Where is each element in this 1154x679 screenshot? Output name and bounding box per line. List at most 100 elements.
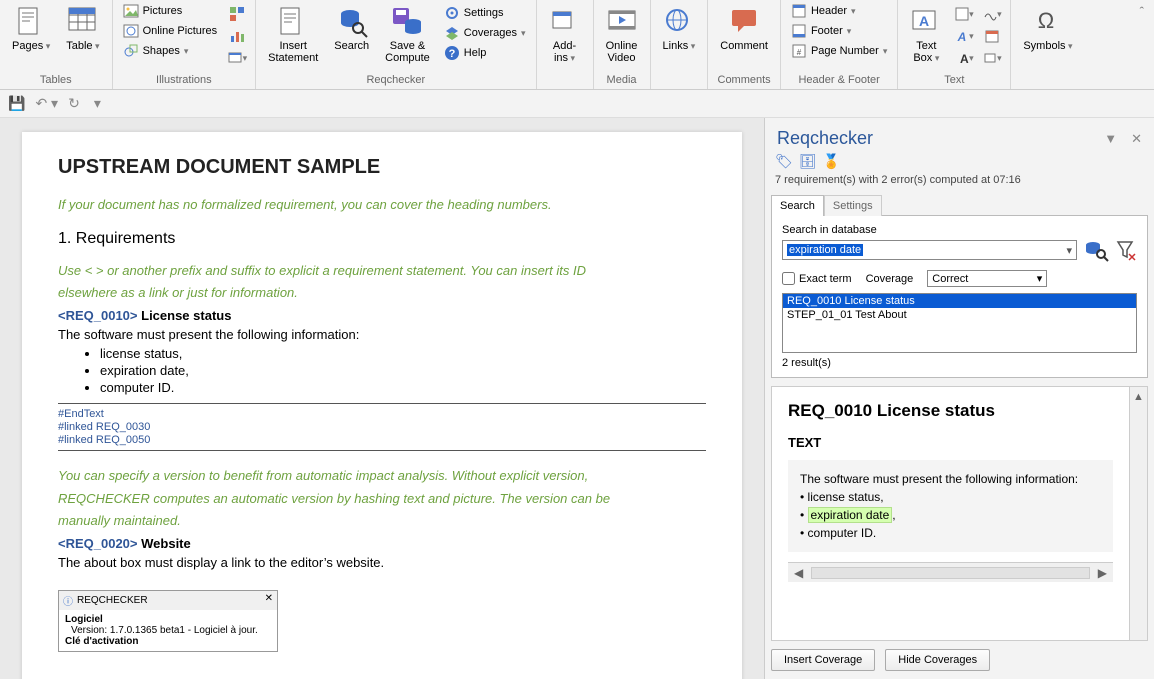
symbols-label: Symbols [1023,40,1072,52]
smartart-button[interactable] [227,4,247,24]
links-button[interactable]: Links [657,2,702,56]
symbols-button[interactable]: ΩSymbols [1017,2,1078,56]
chart-button[interactable] [227,26,247,46]
divider [58,403,706,404]
group-addins-label [543,86,587,88]
detail-heading: REQ_0010 License status [788,401,1113,421]
save-compute-button[interactable]: Save & Compute [379,2,436,68]
detail-scroll[interactable]: REQ_0010 License status TEXT The softwar… [772,387,1129,640]
scroll-right-icon[interactable]: ▶ [1098,566,1107,580]
comment-label: Comment [720,40,768,52]
ribbon-group-media: Online Video Media [594,0,651,89]
qat-dropdown[interactable]: ▾ [94,95,101,112]
exact-term-input[interactable] [782,272,795,285]
scroll-track[interactable] [811,567,1090,579]
scroll-up-icon[interactable]: ▲ [1133,391,1144,403]
redo-qat-button[interactable]: ↻ [68,95,80,112]
detail-li1: • license status, [800,488,1101,506]
list-item: license status, [100,346,706,361]
popup-titlebar: ⓘREQCHECKER ✕ [59,591,277,610]
page-number-button[interactable]: #Page Number [787,42,891,60]
pane-tabs: SearchSettings [765,194,1154,215]
tab-settings[interactable]: Settings [824,195,882,216]
close-icon[interactable]: ✕ [265,593,273,608]
pages-button[interactable]: Pages [6,2,56,56]
table-icon [67,6,99,38]
green-note-2c: manually maintained. [58,512,706,530]
tag-icon[interactable]: 🏷 [775,153,793,170]
addins-label: Add- ins [553,40,576,64]
detail-li1-text: license status, [808,490,884,504]
database-icon[interactable]: 🗄 [799,153,817,170]
pane-title: Reqchecker [777,128,873,149]
exact-term-label: Exact term [799,273,852,285]
vertical-scrollbar[interactable]: ▲ [1129,387,1147,640]
comment-icon [728,6,760,38]
clear-filter-button[interactable] [1115,239,1137,261]
insert-statement-button[interactable]: Insert Statement [262,2,324,68]
collapse-ribbon-button[interactable]: ˆ [1130,0,1154,89]
exact-term-checkbox[interactable]: Exact term [782,272,852,285]
text-box-label: Text Box [913,40,939,64]
links-label: Links [663,40,696,52]
insert-statement-label: Insert Statement [268,40,318,64]
result-row[interactable]: STEP_01_01 Test About [783,308,1136,322]
close-icon[interactable]: ✕ [1131,131,1142,147]
text-box-icon: A [910,6,942,38]
insert-coverage-button[interactable]: Insert Coverage [771,649,875,671]
tab-search[interactable]: Search [771,195,824,216]
section-heading: 1. Requirements [58,230,706,248]
quick-parts-button[interactable] [954,4,974,24]
detail-li3: • computer ID. [800,524,1101,542]
detail-li2: • expiration date, [800,506,1101,524]
coverage-dropdown[interactable]: Correct▾ [927,270,1047,287]
drop-cap-button[interactable]: A [954,48,974,68]
pictures-label: Pictures [143,5,183,17]
search-combo[interactable]: expiration date ▾ [782,240,1077,260]
ribbon-badge-icon[interactable]: 🏅 [823,153,840,170]
req1-list: license status, expiration date, compute… [100,346,706,395]
ribbon-group-text: AText Box A A Text [898,0,1011,89]
comment-button[interactable]: Comment [714,2,774,56]
pane-menu-button[interactable]: ▼ [1104,131,1117,147]
online-video-button[interactable]: Online Video [600,2,644,68]
hide-coverages-button[interactable]: Hide Coverages [885,649,990,671]
online-pictures-button[interactable]: Online Pictures [119,22,222,40]
coverages-button[interactable]: Coverages [440,24,530,42]
table-button[interactable]: Table [60,2,105,56]
chevron-down-icon: ▾ [1037,272,1043,285]
video-icon [606,6,638,38]
search-box: Search in database expiration date ▾ Exa… [771,215,1148,378]
page: UPSTREAM DOCUMENT SAMPLE If your documen… [22,132,742,679]
signature-button[interactable] [982,4,1002,24]
group-symbols-label [1017,86,1078,88]
detail-text-label: TEXT [788,435,1113,450]
header-button[interactable]: Header [787,2,891,20]
addins-button[interactable]: Add- ins [543,2,587,68]
object-button[interactable] [982,48,1002,68]
settings-button[interactable]: Settings [440,4,530,22]
text-box-button[interactable]: AText Box [904,2,948,68]
horizontal-scrollbar[interactable]: ◀▶ [788,562,1113,582]
save-qat-button[interactable]: 💾 [8,95,25,112]
ribbon-group-symbols: ΩSymbols [1011,0,1084,89]
ribbon-group-reqchecker: Insert Statement Search Save & Compute S… [256,0,536,89]
date-time-button[interactable] [982,26,1002,46]
req1-body: The software must present the following … [58,327,706,342]
footer-button[interactable]: Footer [787,22,891,40]
search-button[interactable]: Search [328,2,375,56]
scroll-left-icon[interactable]: ◀ [794,566,803,580]
search-value: expiration date [787,244,863,256]
document-area[interactable]: UPSTREAM DOCUMENT SAMPLE If your documen… [0,118,764,679]
help-button[interactable]: ?Help [440,44,530,62]
pictures-button[interactable]: Pictures [119,2,222,20]
wordart-button[interactable]: A [954,26,974,46]
run-search-button[interactable] [1083,238,1109,262]
result-row[interactable]: REQ_0010 License status [783,294,1136,308]
results-list[interactable]: REQ_0010 License status STEP_01_01 Test … [782,293,1137,353]
screenshot-button[interactable] [227,48,247,68]
page-icon [15,6,47,38]
document-icon [277,6,309,38]
shapes-button[interactable]: Shapes [119,42,222,60]
undo-qat-button[interactable]: ↶ ▾ [35,95,58,112]
